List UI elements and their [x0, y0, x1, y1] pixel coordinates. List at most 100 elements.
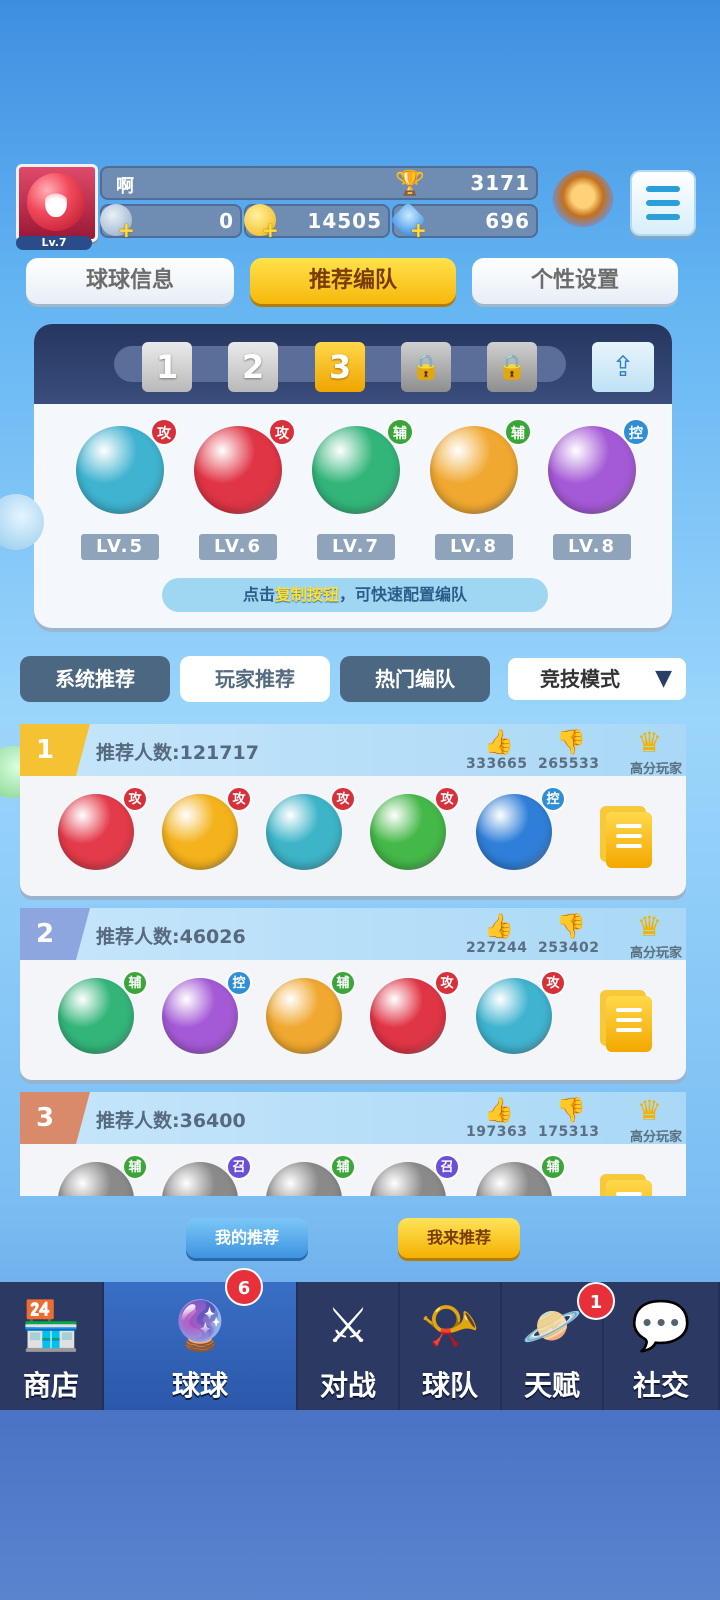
doc-line	[616, 1192, 642, 1196]
nav-label: 商店	[22, 1369, 79, 1402]
thumbs-up-icon[interactable]: 👍	[484, 912, 514, 940]
nav-chat-heart[interactable]: 💬 社交	[604, 1282, 720, 1410]
player-name: 啊	[116, 176, 134, 197]
role-badge: 攻	[150, 418, 178, 446]
lightning-yellow-ball-icon[interactable]	[162, 794, 238, 870]
role-badge: 辅	[122, 1154, 148, 1180]
copy-team-icon[interactable]	[606, 812, 652, 868]
recommendation-card[interactable]: 2 推荐人数:46026 👍 👎 227244 253402 ♛ 高分玩家辅 控 辅 攻 攻	[20, 908, 686, 1080]
nav-crossed-swords[interactable]: ⚔ 对战	[298, 1282, 400, 1410]
rank-number: 3	[20, 1092, 90, 1144]
role-badge: 辅	[386, 418, 414, 446]
add-stars-icon[interactable]: +	[118, 220, 135, 240]
coins-value: 14505	[307, 209, 382, 233]
rainbow-face-ball-icon[interactable]	[430, 426, 518, 514]
player-level: Lv.7	[16, 236, 92, 250]
nav-shop[interactable]: 🏪 商店	[0, 1282, 104, 1410]
team-slot-bar: 1 2 3 🔒 🔒 ⇪	[34, 324, 672, 404]
team-slot-2[interactable]: 2	[228, 342, 278, 392]
nav-label: 对战	[319, 1369, 376, 1402]
tab-personal-settings[interactable]: 个性设置	[472, 258, 678, 304]
dislike-count: 253402	[538, 940, 600, 956]
tip-prefix: 点击	[242, 585, 275, 604]
menu-line	[646, 214, 680, 220]
i-recommend-button[interactable]: 我来推荐	[398, 1218, 520, 1258]
doc-line	[616, 1018, 642, 1022]
role-badge: 辅	[540, 1154, 566, 1180]
high-score-label: 高分玩家	[629, 946, 682, 961]
nav-balls[interactable]: 🔮 球球 6	[104, 1268, 298, 1410]
rank-emblem-icon[interactable]	[552, 170, 614, 236]
nav-label: 天赋	[523, 1369, 580, 1402]
share-button[interactable]: ⇪	[592, 342, 654, 392]
ice-ball-icon[interactable]	[476, 794, 552, 870]
rank-number: 1	[20, 724, 90, 776]
filter-system-recommend[interactable]: 系统推荐	[20, 656, 170, 702]
lightning-red-ball-icon[interactable]	[194, 426, 282, 514]
dislike-count: 265533	[538, 756, 600, 772]
thumbs-down-icon[interactable]: 👎	[556, 1096, 586, 1124]
tab-ball-info[interactable]: 球球信息	[26, 258, 234, 304]
recommendation-list[interactable]: 1 推荐人数:121717 👍 👎 333665 265533 ♛ 高分玩家攻攻攻攻控 2 推荐人…	[20, 724, 686, 1196]
mode-select[interactable]: 竞技模式 ▼	[508, 658, 686, 700]
tab-recommended-team[interactable]: 推荐编队	[250, 258, 456, 304]
my-recommend-button[interactable]: 我的推荐	[186, 1218, 308, 1258]
copy-team-icon[interactable]	[606, 996, 652, 1052]
thumbs-up-icon[interactable]: 👍	[484, 1096, 514, 1124]
thumbs-down-icon[interactable]: 👎	[556, 728, 586, 756]
player-avatar[interactable]	[16, 164, 98, 242]
sp-ball-icon[interactable]	[58, 978, 134, 1054]
shop-icon: 🏪	[21, 1298, 81, 1354]
menu-button[interactable]	[630, 170, 696, 236]
team-slot-3[interactable]: 3	[315, 342, 365, 392]
filter-hot-teams[interactable]: 热门编队	[340, 656, 490, 702]
recommendation-card[interactable]: 3 推荐人数:36400 👍 👎 197363 175313 ♛ 高分玩家辅 召 辅 召 辅	[20, 1092, 686, 1196]
share-icon: ⇪	[611, 350, 635, 383]
like-count: 227244	[466, 940, 528, 956]
thumbs-up-icon[interactable]: 👍	[484, 728, 514, 756]
lock-icon[interactable]: 🔒	[487, 342, 537, 392]
fire-avatar-icon	[27, 173, 85, 231]
team-panel: 1 2 3 🔒 🔒 ⇪ 攻 LV.5 攻 LV.6 辅 LV.7 辅 LV.8 控 LV.8 点击…	[34, 324, 672, 628]
add-gems-icon[interactable]: +	[410, 220, 427, 240]
lock-icon[interactable]: 🔒	[401, 342, 451, 392]
trophy-icon: 🏆	[395, 169, 425, 197]
lightning-red-ball-icon[interactable]	[370, 978, 446, 1054]
menu-line	[646, 200, 680, 206]
stars-value: 0	[219, 209, 234, 233]
coins-currency[interactable]: + 14505	[244, 204, 390, 240]
copy-team-icon[interactable]	[606, 1180, 652, 1196]
wind-ball-icon[interactable]	[476, 978, 552, 1054]
nav-whistle[interactable]: 📯 球队	[400, 1282, 502, 1410]
gems-currency[interactable]: + 696	[389, 201, 538, 240]
bottom-background	[0, 1410, 720, 1600]
role-badge: 召	[434, 1154, 460, 1180]
fire-ball-icon[interactable]	[58, 794, 134, 870]
add-coins-icon[interactable]: +	[262, 220, 279, 240]
gems-value: 696	[485, 209, 530, 233]
rainbow-face-ball-icon[interactable]	[266, 978, 342, 1054]
role-badge: 辅	[504, 418, 532, 446]
sp-ball-icon[interactable]	[312, 426, 400, 514]
filter-player-recommend[interactable]: 玩家推荐	[180, 656, 330, 702]
wave-ball-icon[interactable]	[266, 794, 342, 870]
rank-number: 2	[20, 908, 90, 960]
role-badge: 攻	[434, 970, 460, 996]
card-body: 辅召辅召辅	[20, 1144, 686, 1196]
nav-label: 球球	[171, 1369, 228, 1402]
nav-planet[interactable]: 🪐 天赋 1	[502, 1282, 615, 1410]
thumbs-down-icon[interactable]: 👎	[556, 912, 586, 940]
recommendation-card[interactable]: 1 推荐人数:121717 👍 👎 333665 265533 ♛ 高分玩家攻 攻 攻 攻 控	[20, 724, 686, 896]
role-badge: 攻	[540, 970, 566, 996]
team-slot-1[interactable]: 1	[142, 342, 192, 392]
wind-ball-icon[interactable]	[76, 426, 164, 514]
poison-skull-ball-icon[interactable]	[370, 794, 446, 870]
ball-level: LV.8	[553, 534, 631, 560]
stars-currency[interactable]: + 0	[100, 204, 242, 240]
role-badge: 攻	[268, 418, 296, 446]
recommend-count: 推荐人数:36400	[96, 1110, 246, 1132]
tip-suffix: ，可快速配置编队	[339, 585, 468, 604]
name-bar: 啊 🏆 3171	[100, 166, 538, 200]
cloud-purple-ball-icon[interactable]	[162, 978, 238, 1054]
cloud-purple-ball-icon[interactable]	[548, 426, 636, 514]
